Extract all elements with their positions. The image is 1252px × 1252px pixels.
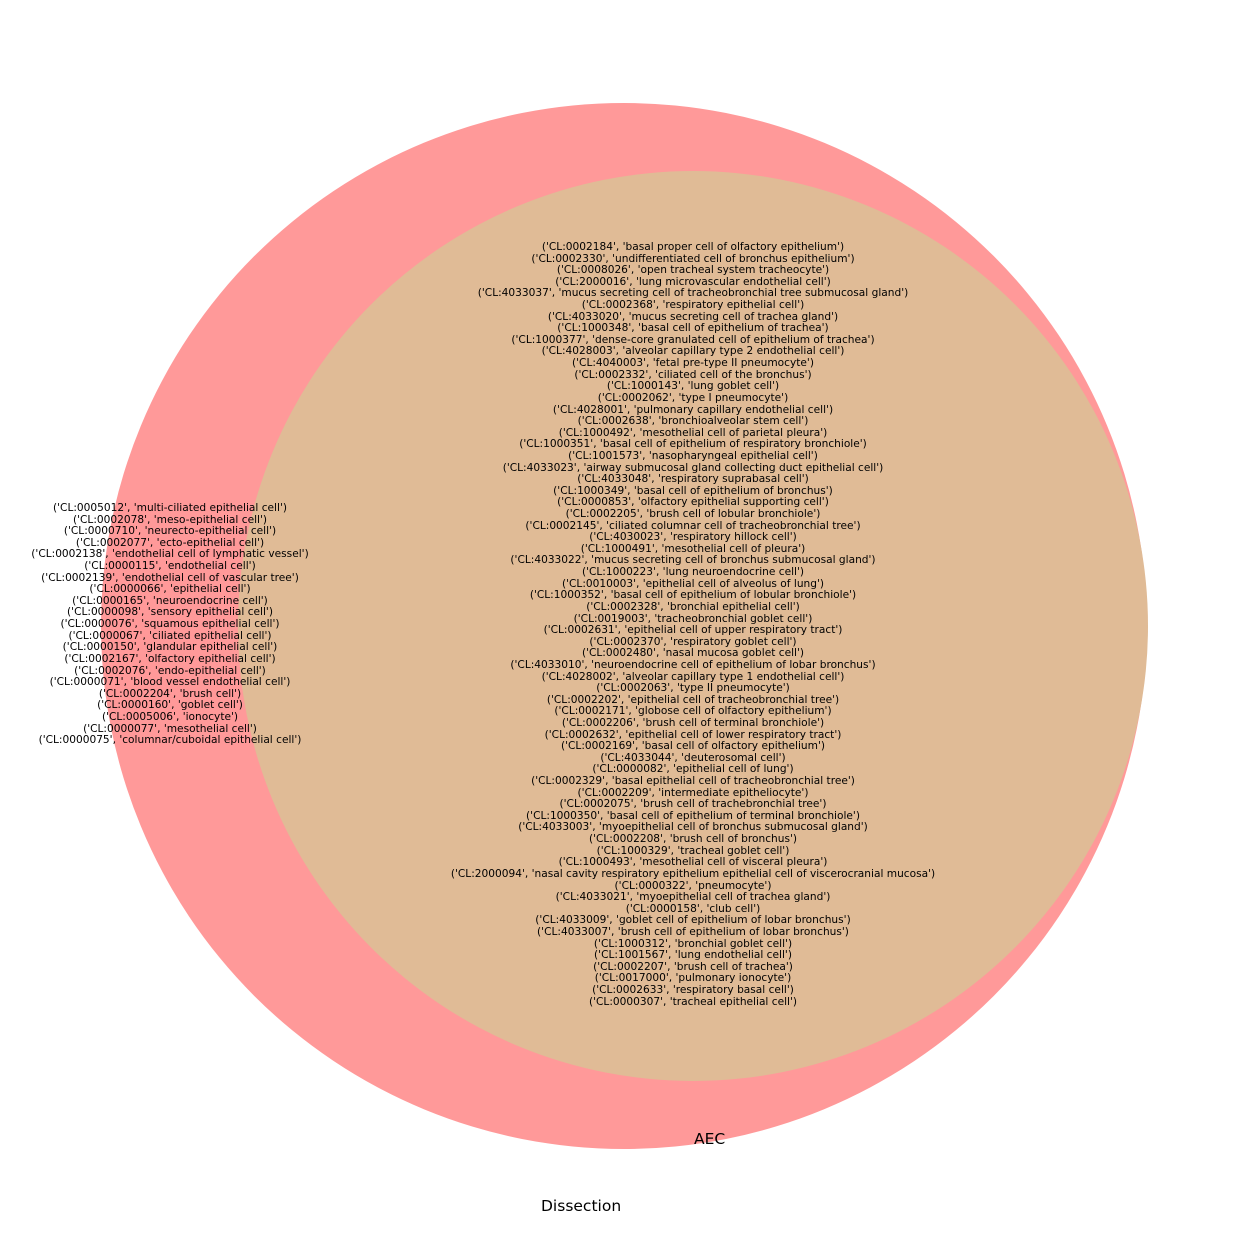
region-item-label: ('CL:4033021', 'myoepithelial cell of tr… [555,891,831,904]
region-item-label: ('CL:0000307', 'tracheal epithelial cell… [588,995,798,1008]
region-item-label: ('CL:0002368', 'respiratory epithelial c… [581,299,805,312]
region-item-label: ('CL:0002184', 'basal proper cell of olf… [541,241,845,253]
region-item-label: ('CL:1001573', 'nasopharyngeal epithelia… [568,449,818,462]
set-label-aec: AEC [694,1130,726,1148]
region-item-label: ('CL:0002167', 'olfactory epithelial cel… [64,652,276,665]
region-item-label: ('CL:0000075', 'columnar/cuboidal epithe… [38,734,302,747]
set-label-dissection: Dissection [541,1197,622,1215]
region-item-label: ('CL:4040003', 'fetal pre-type II pneumo… [572,357,814,370]
region-item-label: ('CL:0002633', 'respiratory basal cell') [592,984,794,996]
dissection-only-region-list: ('CL:0005012', 'multi-ciliated epithelia… [20,502,320,747]
region-item-label: ('CL:0000076', 'squamous epithelial cell… [60,618,280,631]
region-item-label: ('CL:0002062', 'type I pneumocyte') [597,391,789,404]
region-item-label: ('CL:0000071', 'blood vessel endothelial… [49,676,291,689]
region-item-label: ('CL:0002206', 'brush cell of terminal b… [561,716,825,729]
region-item-label: ('CL:0002329', 'basal epithelial cell of… [531,775,855,788]
region-item-label: ('CL:0002631', 'epithelial cell of upper… [543,624,843,637]
region-item-label: ('CL:4033007', 'brush cell of epithelium… [537,925,849,938]
region-item-label: ('CL:0002208', 'brush cell of bronchus') [588,833,798,846]
region-item-label: ('CL:0002205', 'brush cell of lobular br… [565,508,821,521]
intersection-region-list: ('CL:0002184', 'basal proper cell of olf… [393,241,993,1008]
region-item-label: ('CL:0000115', 'endothelial cell') [84,560,256,573]
region-item-label: ('CL:2000094', 'nasal cavity respiratory… [450,867,936,880]
region-item-label: ('CL:0005006', 'ionocyte') [101,710,239,723]
region-item-label: ('CL:0002638', 'bronchioalveolar stem ce… [577,415,809,428]
region-item-label: ('CL:4033010', 'neuroendocrine cell of e… [510,658,876,671]
region-item-label: ('CL:0002328', 'bronchial epithelial cel… [586,600,800,613]
region-item-label: ('CL:0005012', 'multi-ciliated epithelia… [53,502,287,514]
region-item-label: ('CL:1000223', 'lung neuroendocrine cell… [581,566,805,579]
